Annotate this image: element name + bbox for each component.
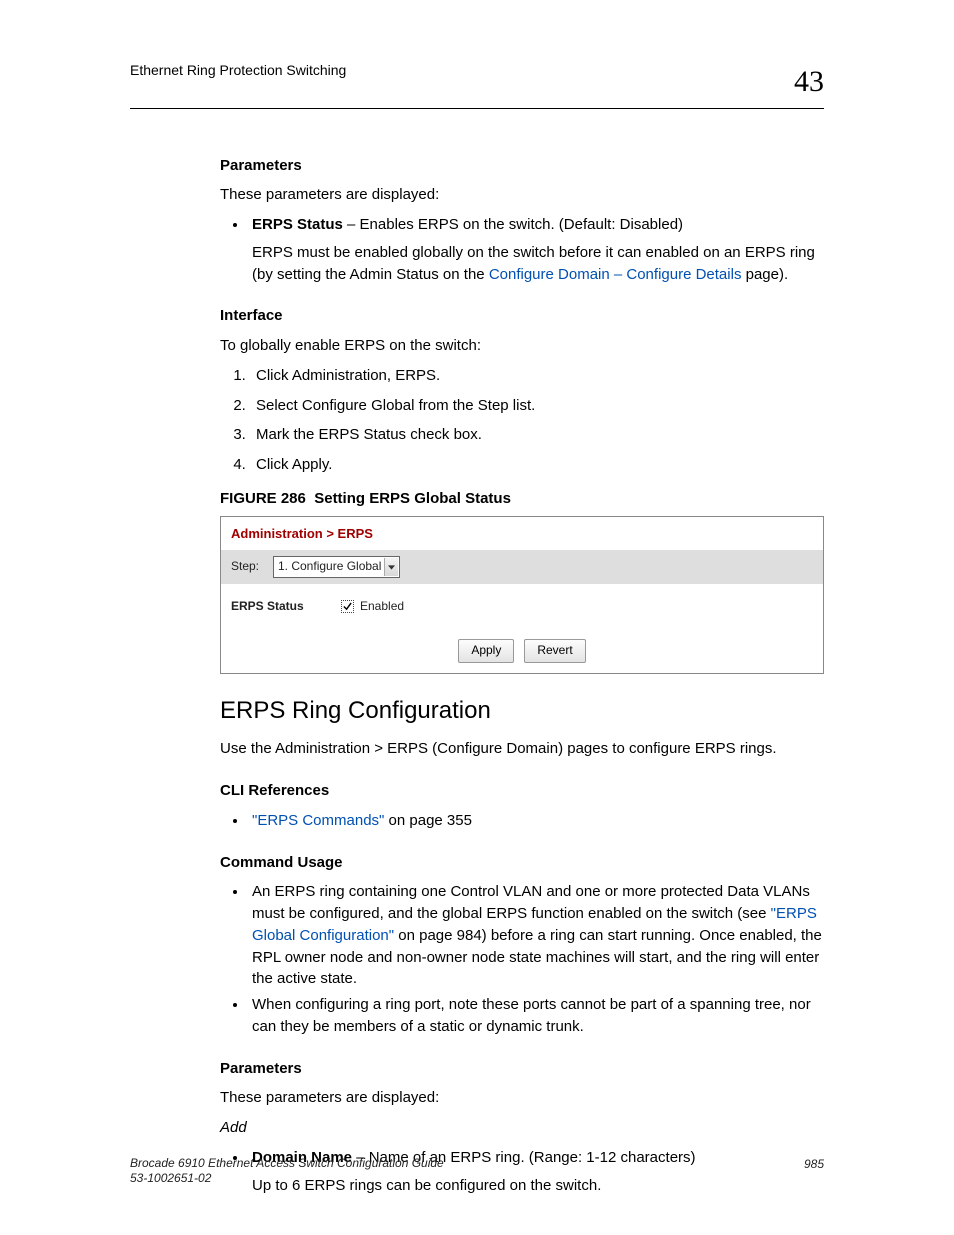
parameters-heading: Parameters [220, 155, 824, 177]
interface-intro: To globally enable ERPS on the switch: [220, 335, 824, 357]
erps-config-panel: Administration > ERPS Step: 1. Configure… [220, 516, 824, 674]
enabled-label: Enabled [360, 598, 404, 615]
param-text: – Enables ERPS on the switch. (Default: … [343, 216, 683, 233]
panel-breadcrumb: Administration > ERPS [221, 517, 823, 551]
ring-config-intro: Use the Administration > ERPS (Configure… [220, 738, 824, 760]
ring-config-heading: ERPS Ring Configuration [220, 694, 824, 729]
erps-status-checkbox[interactable] [341, 600, 354, 613]
parameters2-intro: These parameters are displayed: [220, 1087, 824, 1109]
page-number: 985 [804, 1156, 824, 1187]
step-2: Select Configure Global from the Step li… [250, 395, 824, 417]
apply-button[interactable]: Apply [458, 639, 514, 662]
cli-ref-tail: on page 355 [384, 812, 472, 829]
erps-commands-link[interactable]: "ERPS Commands" [252, 812, 384, 829]
parameters2-heading: Parameters [220, 1058, 824, 1080]
step-4: Click Apply. [250, 454, 824, 476]
cli-references-heading: CLI References [220, 780, 824, 802]
page-header: Ethernet Ring Protection Switching 43 [130, 60, 824, 109]
panel-button-row: Apply Revert [221, 629, 823, 672]
param-sub-b: page). [741, 266, 788, 283]
footer-doc-title: Brocade 6910 Ethernet Access Switch Conf… [130, 1156, 444, 1172]
main-content: Parameters These parameters are displaye… [220, 155, 824, 1197]
parameters-intro: These parameters are displayed: [220, 184, 824, 206]
figure-number: FIGURE 286 [220, 490, 306, 507]
step-row: Step: 1. Configure Global [221, 550, 823, 583]
command-usage-item-2: When configuring a ring port, note these… [248, 994, 824, 1038]
param-item: ERPS Status – Enables ERPS on the switch… [248, 214, 824, 285]
command-usage-item-1: An ERPS ring containing one Control VLAN… [248, 881, 824, 990]
figure-caption: FIGURE 286 Setting ERPS Global Status [220, 488, 824, 510]
revert-button[interactable]: Revert [524, 639, 585, 662]
add-subheading: Add [220, 1117, 824, 1139]
step-select[interactable]: 1. Configure Global [273, 556, 400, 577]
step-3: Mark the ERPS Status check box. [250, 424, 824, 446]
figure-title: Setting ERPS Global Status [314, 490, 511, 507]
cli-ref-item: "ERPS Commands" on page 355 [248, 810, 824, 832]
step-select-value: 1. Configure Global [278, 559, 381, 573]
chevron-down-icon [384, 558, 398, 575]
step-label: Step: [231, 558, 273, 575]
step-1: Click Administration, ERPS. [250, 365, 824, 387]
erps-status-label: ERPS Status [231, 598, 341, 615]
param-term: ERPS Status [252, 216, 343, 233]
command-usage-heading: Command Usage [220, 852, 824, 874]
erps-status-row: ERPS Status Enabled [221, 584, 823, 629]
chapter-number: 43 [794, 60, 824, 104]
configure-domain-link[interactable]: Configure Domain – Configure Details [489, 266, 742, 283]
running-title: Ethernet Ring Protection Switching [130, 60, 346, 80]
param-subtext: ERPS must be enabled globally on the swi… [252, 242, 824, 286]
interface-heading: Interface [220, 305, 824, 327]
cu1-text-a: An ERPS ring containing one Control VLAN… [252, 883, 810, 922]
page-footer: Brocade 6910 Ethernet Access Switch Conf… [130, 1156, 824, 1187]
footer-doc-number: 53-1002651-02 [130, 1171, 444, 1187]
